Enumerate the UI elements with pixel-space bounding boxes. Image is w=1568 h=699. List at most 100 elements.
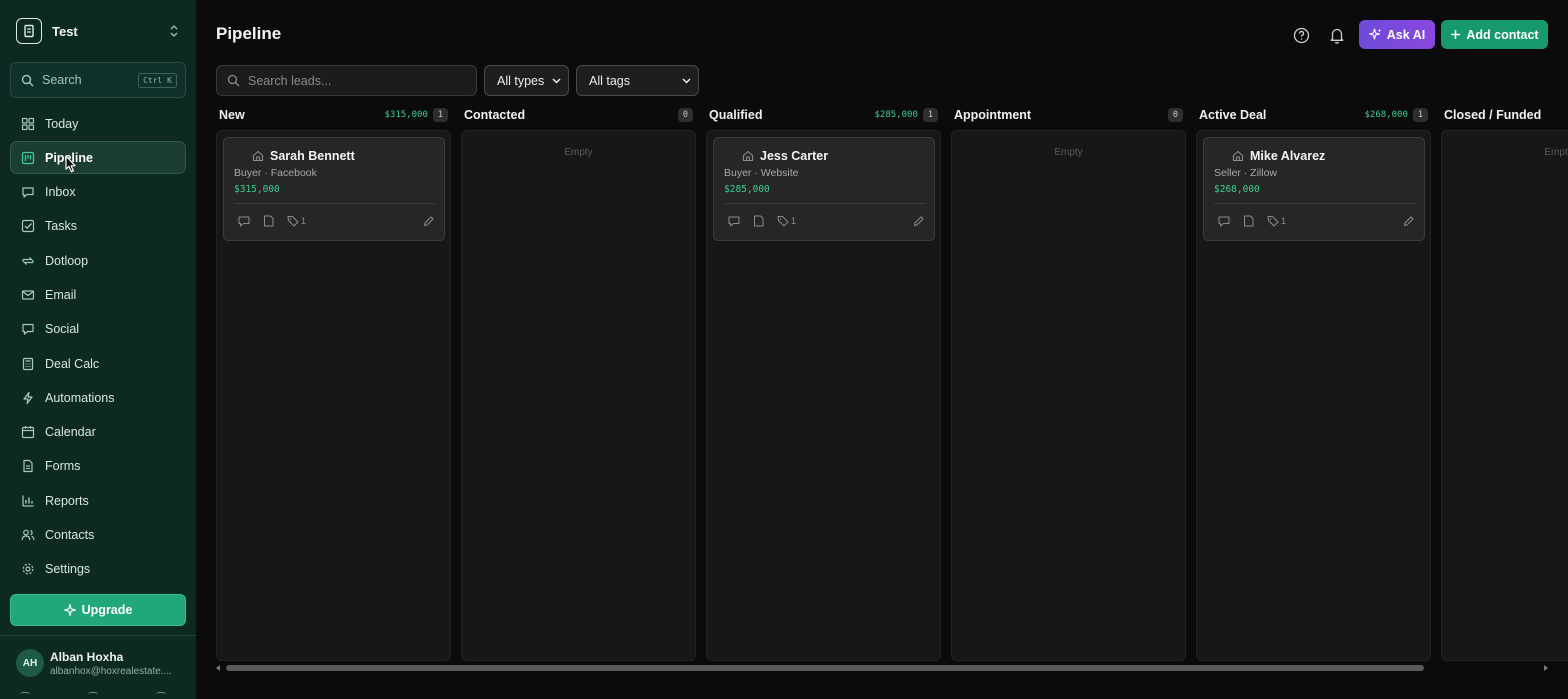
plus-icon <box>1451 30 1461 39</box>
lead-card[interactable]: Sarah Bennett Buyer · Facebook $315,000 … <box>223 137 445 241</box>
sidebar-item-contacts[interactable]: Contacts <box>10 519 186 552</box>
column-dropzone[interactable]: Mike Alvarez Seller · Zillow $268,000 1 <box>1196 130 1431 661</box>
lead-card[interactable]: Mike Alvarez Seller · Zillow $268,000 1 <box>1203 137 1425 241</box>
edit-button[interactable] <box>913 215 924 227</box>
lead-search-field[interactable] <box>216 65 477 96</box>
edit-button[interactable] <box>423 215 434 227</box>
sparkle-icon <box>63 604 76 616</box>
sidebar-item-social[interactable]: Social <box>10 313 186 346</box>
sidebar-item-settings[interactable]: Settings <box>10 553 186 586</box>
tag-count: 1 <box>301 216 307 226</box>
column-dropzone[interactable]: Empty <box>951 130 1186 661</box>
column-header: New $315,000 1 <box>216 104 451 126</box>
kanban-icon <box>21 151 35 164</box>
column-total: $268,000 <box>1364 110 1408 120</box>
tag-icon <box>777 216 789 227</box>
bolt-icon <box>23 391 33 404</box>
sparkle-icon <box>1368 28 1382 40</box>
users-icon <box>21 529 35 541</box>
tag-count: 1 <box>1281 216 1287 226</box>
empty-state: Empty <box>1544 147 1568 158</box>
sidebar-item-tasks[interactable]: Tasks <box>10 210 186 243</box>
edit-button[interactable] <box>1403 215 1414 227</box>
sidebar-item-inbox[interactable]: Inbox <box>10 176 186 209</box>
user-info: Alban Hoxha albanhox@hoxrealestate.... <box>50 650 180 677</box>
sidebar-item-today[interactable]: Today <box>10 107 186 140</box>
footer-icon[interactable] <box>156 692 166 699</box>
sidebar-footer-icons <box>20 692 166 699</box>
column-dropzone[interactable]: Jess Carter Buyer · Website $285,000 1 <box>706 130 941 661</box>
type-filter-select[interactable]: All types <box>484 65 569 96</box>
column-header: Closed / Funded <box>1441 104 1568 126</box>
sidebar-item-automations[interactable]: Automations <box>10 381 186 414</box>
card-actions: 1 <box>728 215 924 227</box>
column-dropzone[interactable]: Sarah Bennett Buyer · Facebook $315,000 … <box>216 130 451 661</box>
column-dropzone[interactable]: Empty <box>461 130 696 661</box>
search-shortcut-badge: Ctrl K <box>138 72 177 88</box>
sidebar-divider <box>0 635 196 636</box>
column-title: Contacted <box>464 108 526 122</box>
checkbox-icon <box>21 220 35 233</box>
mail-icon <box>21 290 35 300</box>
tags-button[interactable]: 1 <box>1267 215 1286 227</box>
comment-button[interactable] <box>1218 216 1230 227</box>
search-label: Search <box>42 73 82 87</box>
comment-icon <box>728 216 740 226</box>
notifications-button[interactable] <box>1326 24 1348 46</box>
lead-card[interactable]: Jess Carter Buyer · Website $285,000 1 <box>713 137 935 241</box>
upgrade-button[interactable]: Upgrade <box>10 594 186 626</box>
comment-button[interactable] <box>238 216 250 227</box>
sidebar-search[interactable]: Search Ctrl K <box>10 62 186 98</box>
column-dropzone[interactable]: Empty <box>1441 130 1568 661</box>
sidebar-item-label: Inbox <box>45 185 76 200</box>
search-icon <box>21 74 34 86</box>
comment-button[interactable] <box>728 216 740 227</box>
workspace-switcher[interactable]: Test <box>16 18 180 44</box>
chevron-down-icon <box>552 77 561 84</box>
sidebar-item-label: Forms <box>45 459 81 474</box>
column-count-badge: 0 <box>1167 108 1183 122</box>
house-icon <box>742 150 754 162</box>
note-button[interactable] <box>263 215 274 227</box>
sidebar-item-reports[interactable]: Reports <box>10 484 186 517</box>
ask-ai-button[interactable]: Ask AI <box>1359 20 1435 49</box>
scroll-right-arrow-icon[interactable] <box>1544 665 1548 671</box>
sidebar-item-email[interactable]: Email <box>10 278 186 311</box>
tags-button[interactable]: 1 <box>777 215 796 227</box>
column-header: Qualified $285,000 1 <box>706 104 941 126</box>
lead-name: Jess Carter <box>760 149 829 163</box>
sidebar-item-deal-calc[interactable]: Deal Calc <box>10 347 186 380</box>
pencil-icon <box>1404 215 1414 226</box>
footer-icon[interactable] <box>88 692 98 699</box>
board-horizontal-scrollbar[interactable] <box>216 664 1548 672</box>
user-profile[interactable]: AH Alban Hoxha albanhox@hoxrealestate...… <box>16 649 192 677</box>
scrollbar-thumb[interactable] <box>226 665 1424 671</box>
help-button[interactable] <box>1290 24 1312 46</box>
tag-filter-select[interactable]: All tags <box>576 65 699 96</box>
sidebar-item-calendar[interactable]: Calendar <box>10 416 186 449</box>
column-title: Appointment <box>954 108 1032 122</box>
tags-button[interactable]: 1 <box>287 215 306 227</box>
lead-search-input[interactable] <box>248 73 468 88</box>
column-closed-funded: Closed / Funded Empty <box>1441 104 1568 661</box>
note-button[interactable] <box>1243 215 1254 227</box>
help-circle-icon <box>1293 27 1309 43</box>
card-title-row: Mike Alvarez <box>1232 149 1325 163</box>
type-filter-value: All types <box>497 73 545 88</box>
sidebar-item-label: Automations <box>45 390 115 405</box>
scroll-left-arrow-icon[interactable] <box>216 665 220 671</box>
lead-name: Mike Alvarez <box>1250 149 1326 163</box>
card-actions: 1 <box>238 215 434 227</box>
lead-meta: Seller · Zillow <box>1214 167 1278 179</box>
column-total: $315,000 <box>384 110 428 120</box>
sidebar-item-forms[interactable]: Forms <box>10 450 186 483</box>
sidebar-item-dotloop[interactable]: Dotloop <box>10 244 186 277</box>
sidebar-item-pipeline[interactable]: Pipeline <box>10 141 186 175</box>
comment-icon <box>238 216 250 226</box>
footer-icon[interactable] <box>20 692 30 699</box>
add-contact-button[interactable]: Add contact <box>1441 20 1548 49</box>
lead-value: $285,000 <box>724 184 770 195</box>
chevron-up-down-icon <box>170 25 178 37</box>
tag-icon <box>1267 216 1279 227</box>
note-button[interactable] <box>753 215 764 227</box>
